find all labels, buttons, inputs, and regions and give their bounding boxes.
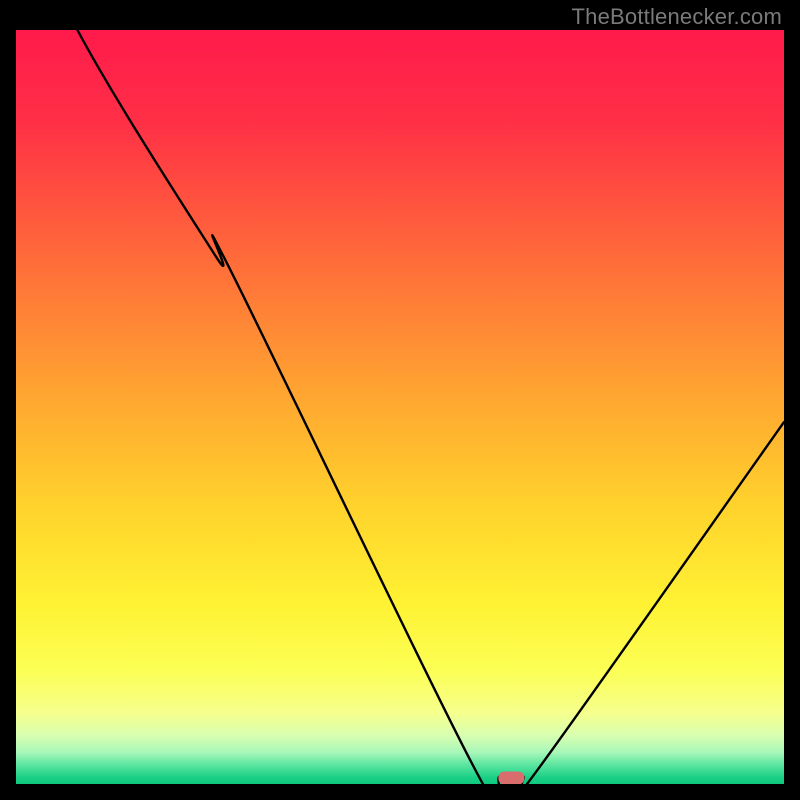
attribution-label: TheBottlenecker.com <box>572 4 782 30</box>
chart-background-gradient <box>16 30 784 784</box>
chart-frame <box>16 30 784 784</box>
optimal-point-marker <box>498 771 524 784</box>
bottleneck-chart <box>16 30 784 784</box>
